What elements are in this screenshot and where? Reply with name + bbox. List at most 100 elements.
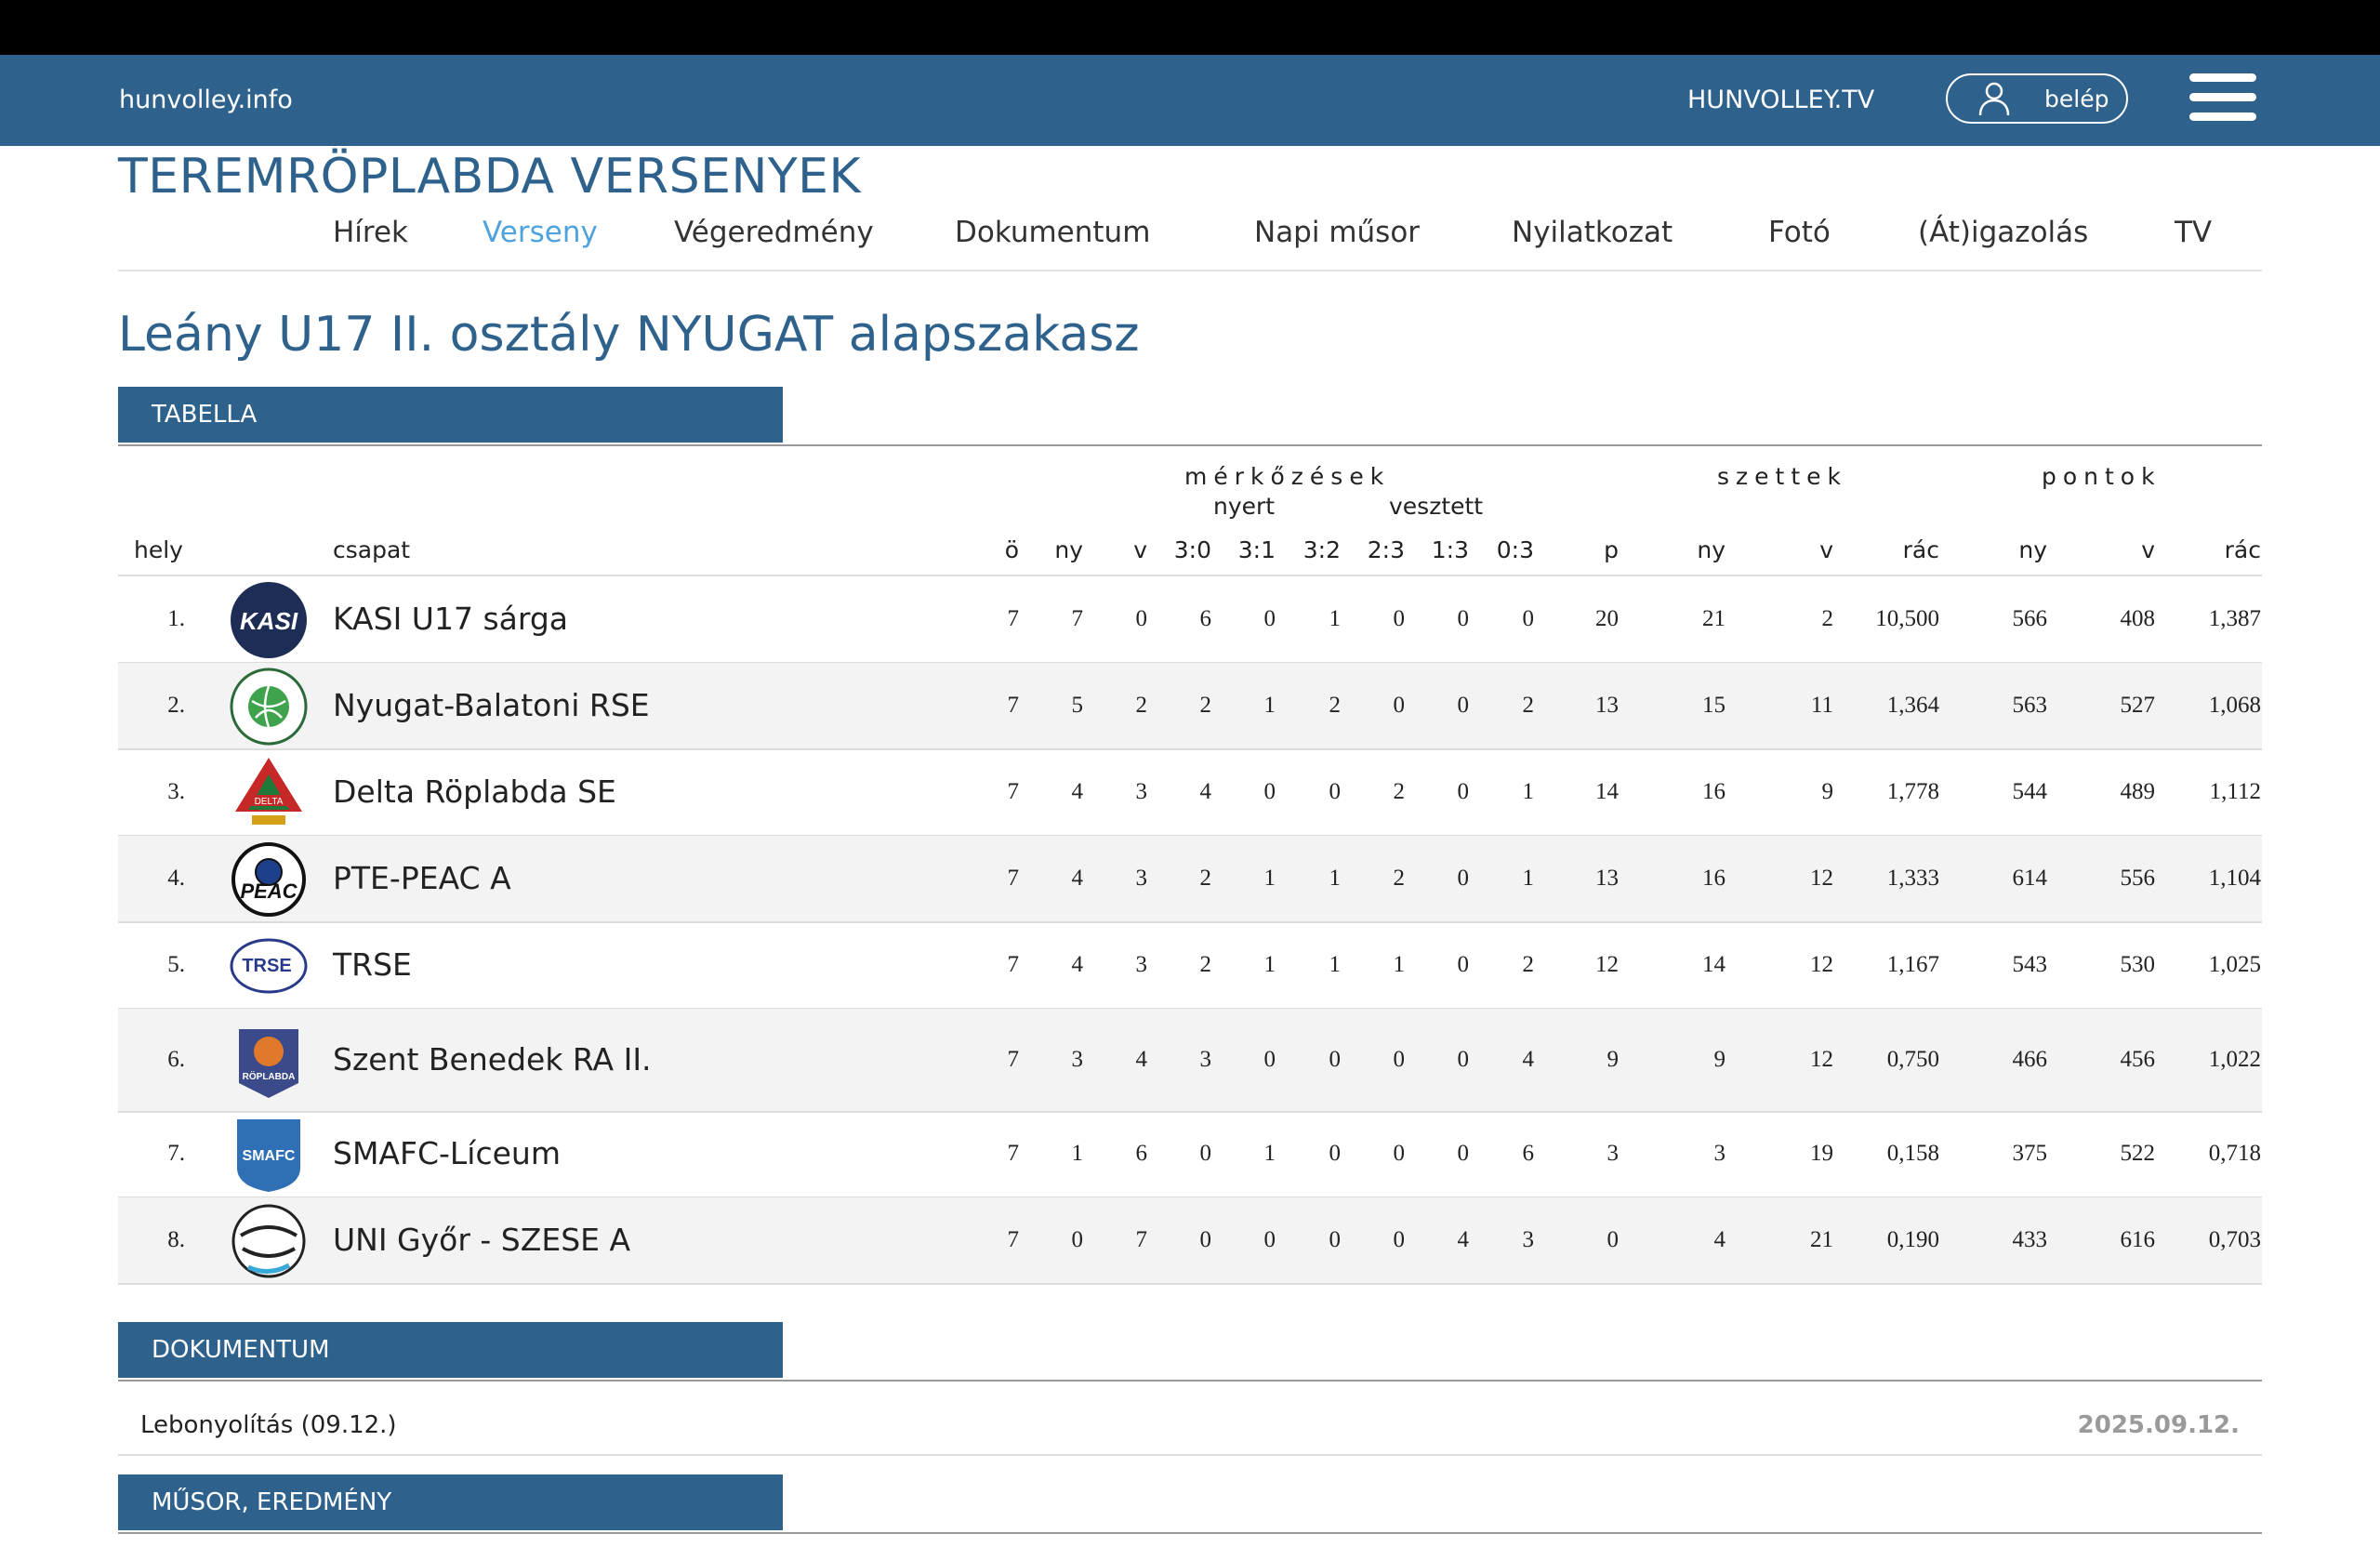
table-row[interactable]: 1. KASI KASI U17 sárga 7 7 0 6 0 1 0 0 0 20 21 2 10,500… [118, 576, 2262, 663]
table-cell: 1 [1522, 778, 1535, 804]
table-cell: 13 [1595, 692, 1619, 718]
document-name[interactable]: Lebonyolítás (09.12.) [140, 1411, 397, 1439]
smafc-logo: SMAFC [230, 1116, 308, 1194]
table-cell: 1,104 [2208, 865, 2261, 891]
section-dokumentum-label[interactable]: DOKUMENTUM [118, 1322, 783, 1378]
team-name[interactable]: PTE-PEAC A [333, 860, 511, 896]
menu-item-hirek[interactable]: Hírek [333, 216, 408, 249]
column-header-hely: hely [134, 536, 183, 563]
login-button[interactable]: belép [1946, 73, 2128, 124]
table-row[interactable]: 4. PEAC PTE-PEAC A 7 4 3 2 1 1 2 0 1 13 16 12 1,333 614 5… [118, 836, 2262, 922]
menu-item-napi-musor[interactable]: Napi műsor [1254, 216, 1420, 249]
team-name[interactable]: KASI U17 sárga [333, 601, 568, 637]
column-header: 1:3 [1431, 536, 1469, 563]
table-row[interactable]: 7. SMAFC SMAFC-Líceum 7 1 6 0 1 0 0 0 6 3 3 19 0,158 375… [118, 1112, 2262, 1197]
kasi-logo: KASI [230, 581, 308, 659]
table-cell: 4 [1522, 1046, 1535, 1072]
team-name[interactable]: TRSE [333, 946, 412, 983]
column-header: rác [1902, 536, 1939, 563]
table-cell: 9 [1713, 1046, 1726, 1072]
table-row[interactable]: 8. UNI Győr - SZESE A 7 0 7 0 0 0 0 4 3 0 4 21 0,190 43… [118, 1197, 2262, 1284]
team-position: 8. [167, 1226, 185, 1252]
site-name-link[interactable]: hunvolley.info [119, 86, 293, 114]
table-cell: 408 [2120, 605, 2156, 631]
table-cell: 433 [2012, 1226, 2048, 1252]
table-cell: 1 [1522, 865, 1535, 891]
svg-text:KASI: KASI [240, 607, 298, 635]
team-position: 6. [167, 1046, 185, 1072]
table-cell: 16 [1702, 865, 1726, 891]
table-cell: 1,025 [2208, 951, 2261, 977]
team-name[interactable]: Nyugat-Balatoni RSE [333, 687, 650, 723]
section-tabella: TABELLA [118, 387, 2262, 446]
table-cell: 556 [2120, 865, 2156, 891]
team-position: 3. [167, 778, 185, 804]
table-cell: 16 [1702, 778, 1726, 804]
table-cell: 489 [2120, 778, 2156, 804]
row-divider [118, 1283, 2262, 1285]
top-navbar: hunvolley.info HUNVOLLEY.TV belép [0, 55, 2380, 146]
team-name[interactable]: SMAFC-Líceum [333, 1135, 561, 1171]
menu-item-dokumentum[interactable]: Dokumentum [955, 216, 1150, 249]
table-cell: 12 [1810, 865, 1833, 891]
hunvolley-tv-link[interactable]: HUNVOLLEY.TV [1687, 86, 1874, 114]
table-cell: 10,500 [1875, 605, 1939, 631]
table-cell: 9 [1606, 1046, 1620, 1072]
table-row[interactable]: 5. TRSE TRSE 7 4 3 2 1 1 1 0 2 12 14 12 1,167 543 530 1,02… [118, 922, 2262, 1009]
header-group-won: nyert [1213, 493, 1276, 520]
table-cell: 1,112 [2209, 778, 2261, 804]
trse-logo: TRSE [230, 927, 308, 1005]
competition-title: Leány U17 II. osztály NYUGAT alapszakasz [118, 307, 1140, 363]
table-cell: 522 [2120, 1141, 2156, 1166]
table-cell: 6 [1522, 1141, 1535, 1166]
table-cell: 2 [1522, 951, 1535, 977]
menu-item-vegeredmeny[interactable]: Végeredmény [674, 216, 874, 249]
menu-item-atigazolas[interactable]: (Át)igazolás [1918, 216, 2088, 249]
table-cell: 566 [2012, 605, 2048, 631]
team-name[interactable]: UNI Győr - SZESE A [333, 1222, 630, 1258]
team-name[interactable]: Szent Benedek RA II. [333, 1041, 652, 1078]
user-icon [1978, 82, 2010, 116]
table-row[interactable]: 2. Nyugat-Balatoni RSE 7 5 2 2 1 2 0 0 2 13 15 11 1,36… [118, 663, 2262, 749]
column-header: v [1133, 536, 1147, 563]
menu-item-nyilatkozat[interactable]: Nyilatkozat [1512, 216, 1673, 249]
header-group-lost: vesztett [1389, 493, 1484, 520]
column-header-csapat: csapat [333, 536, 411, 563]
table-row[interactable]: 3. DELTA Delta Röplabda SE 7 4 3 4 0 0 2 0 1 14 16 9 1,… [118, 749, 2262, 836]
hamburger-menu-icon[interactable] [2189, 73, 2256, 122]
header-group-matches: mérkőzések [1184, 463, 1391, 490]
table-cell: 563 [2012, 692, 2048, 718]
document-row[interactable]: Lebonyolítás (09.12.) 2025.09.12. [118, 1382, 2262, 1456]
column-header: 2:3 [1367, 536, 1405, 563]
section-tabella-label[interactable]: TABELLA [118, 387, 783, 443]
table-row[interactable]: 6. RÖPLABDA Szent Benedek RA II. 7 3 4 3 0 0 0 0 4 9… [118, 1009, 2262, 1112]
svg-text:DELTA: DELTA [255, 797, 284, 807]
column-header: rác [2224, 536, 2261, 563]
column-header: ny [1697, 536, 1726, 563]
table-cell: 466 [2012, 1046, 2048, 1072]
nybrse-logo [230, 668, 308, 746]
team-position: 1. [167, 605, 185, 631]
table-cell: 1,387 [2208, 605, 2261, 631]
table-cell: 0 [1606, 1226, 1620, 1252]
table-cell: 543 [2012, 951, 2048, 977]
team-name[interactable]: Delta Röplabda SE [333, 774, 616, 810]
page-title: TEREMRÖPLABDA VERSENYEK [118, 149, 862, 205]
menu-item-foto[interactable]: Fotó [1768, 216, 1831, 249]
table-cell: 20 [1595, 605, 1619, 631]
table-cell: 0,718 [2208, 1141, 2261, 1166]
table-cell: 2 [1522, 692, 1535, 718]
column-header: ö [1004, 536, 1019, 563]
section-musor-label[interactable]: MŰSOR, EREDMÉNY [118, 1474, 783, 1530]
table-cell: 12 [1810, 1046, 1833, 1072]
table-cell: 3 [1522, 1226, 1535, 1252]
table-cell: 2 [1821, 605, 1834, 631]
team-position: 5. [167, 951, 185, 977]
table-cell: 0,158 [1886, 1141, 1939, 1166]
table-cell: 1,022 [2208, 1046, 2261, 1072]
column-header: ny [1054, 536, 1083, 563]
menu-item-tv[interactable]: TV [2175, 216, 2212, 249]
szent-benedek-logo: RÖPLABDA [230, 1022, 308, 1100]
menu-item-verseny[interactable]: Verseny [483, 216, 598, 249]
top-black-bar [0, 0, 2380, 55]
